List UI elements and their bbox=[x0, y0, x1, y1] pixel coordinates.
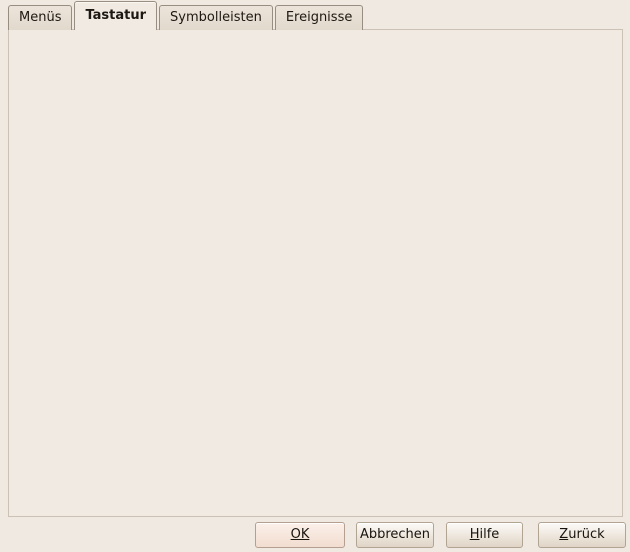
zurueck-button[interactable]: Zurück bbox=[538, 522, 626, 548]
tab-symbolleisten[interactable]: Symbolleisten bbox=[159, 5, 273, 30]
tab-menus[interactable]: Menüs bbox=[8, 5, 72, 30]
customize-keyboard-dialog: Menüs Tastatur Symbolleisten Ereignisse … bbox=[0, 0, 630, 552]
tab-ereignisse[interactable]: Ereignisse bbox=[275, 5, 364, 30]
hilfe-button[interactable]: Hilfe bbox=[446, 522, 523, 548]
tab-bar: Menüs Tastatur Symbolleisten Ereignisse bbox=[8, 2, 365, 30]
tab-panel bbox=[8, 29, 623, 517]
ok-button[interactable]: OK bbox=[255, 522, 345, 548]
abbrechen-button[interactable]: Abbrechen bbox=[356, 522, 434, 548]
tab-tastatur[interactable]: Tastatur bbox=[74, 1, 157, 30]
